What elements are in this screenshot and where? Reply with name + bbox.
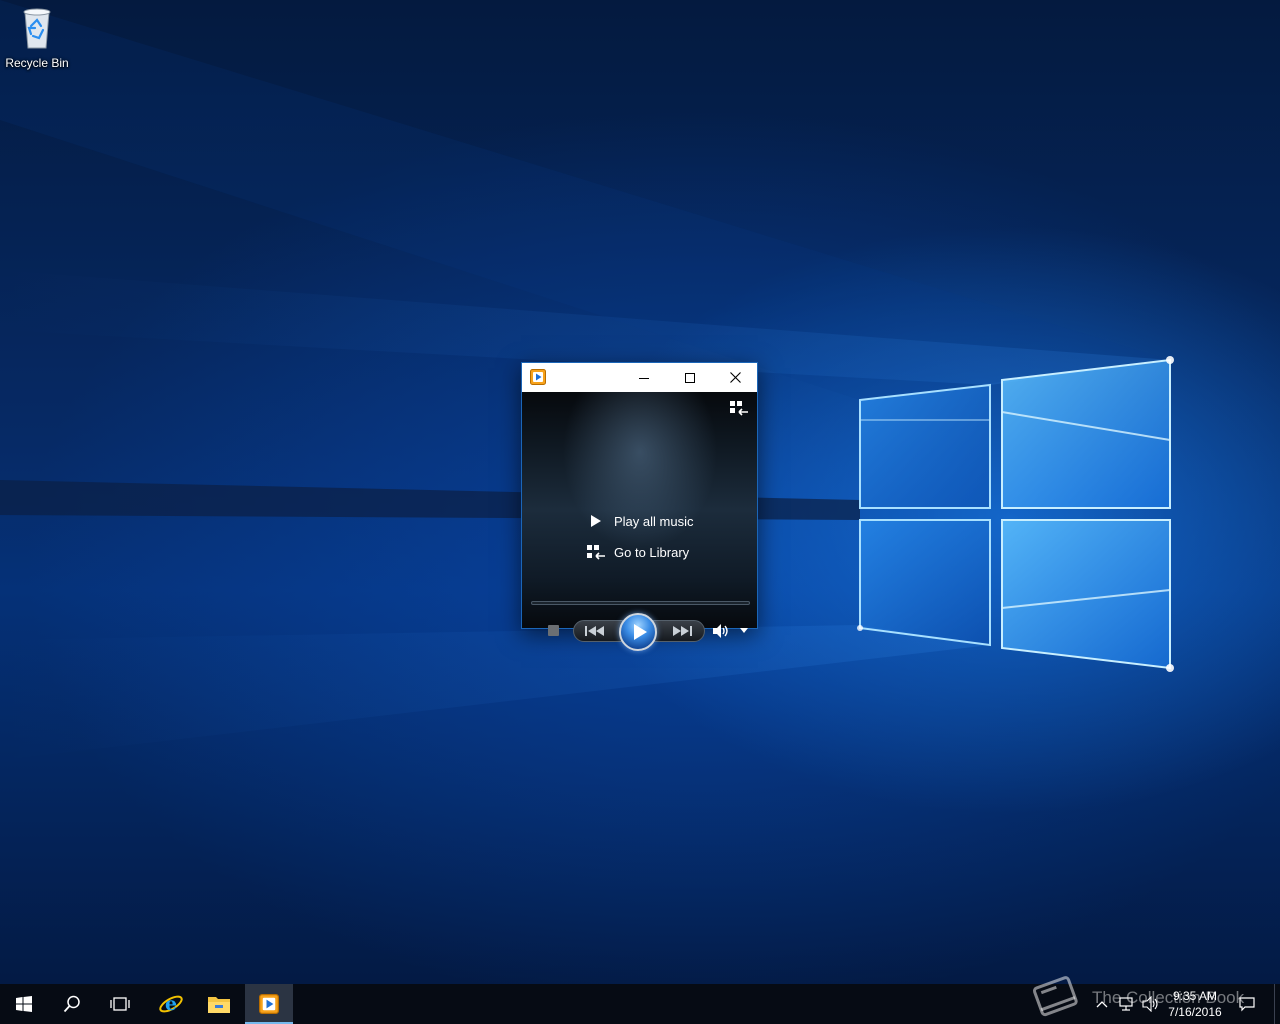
taskbar-windows-media-player[interactable] (245, 984, 293, 1024)
library-icon (586, 544, 606, 560)
show-desktop-button[interactable] (1274, 984, 1280, 1024)
play-all-music-link[interactable]: Play all music (586, 513, 693, 529)
show-hidden-icons-button[interactable] (1094, 984, 1110, 1024)
play-all-music-label: Play all music (614, 513, 694, 529)
task-view-button[interactable] (96, 984, 144, 1024)
svg-text:e: e (165, 993, 177, 1015)
search-button[interactable] (48, 984, 96, 1024)
search-icon (63, 995, 80, 1013)
clock-date: 7/16/2016 (1168, 1005, 1222, 1019)
network-button[interactable] (1117, 984, 1135, 1024)
now-playing-area: Play all music Go to Library (522, 392, 757, 651)
action-center-button[interactable] (1237, 984, 1257, 1024)
volume-button[interactable] (1142, 984, 1160, 1024)
taskbar: e 9:35 AM 7/16/2016 (0, 984, 1280, 1024)
go-to-library-label: Go to Library (614, 544, 690, 560)
action-center-icon (1239, 997, 1255, 1012)
network-icon (1119, 997, 1133, 1011)
maximize-icon (685, 372, 695, 383)
chevron-down-icon[interactable] (740, 628, 748, 633)
file-explorer-icon (208, 997, 230, 1013)
minimize-icon (639, 377, 649, 379)
windows-start-icon (16, 996, 32, 1012)
switch-to-library-icon[interactable] (729, 399, 749, 417)
seek-bar[interactable] (531, 601, 750, 605)
desktop-icon-label: Recycle Bin (5, 56, 69, 70)
start-button[interactable] (0, 984, 48, 1024)
close-icon (729, 372, 741, 383)
play-button[interactable] (619, 613, 657, 651)
go-to-library-link[interactable]: Go to Library (586, 544, 689, 560)
taskbar-internet-explorer[interactable]: e (147, 984, 195, 1024)
speaker-icon (1142, 996, 1158, 1012)
desktop-icon-recycle-bin[interactable]: Recycle Bin (4, 6, 70, 78)
next-button[interactable] (669, 624, 695, 638)
play-icon (634, 624, 647, 640)
close-button[interactable] (712, 363, 758, 392)
maximize-button[interactable] (667, 363, 713, 392)
playback-controls (522, 612, 757, 652)
chevron-up-icon (1096, 1001, 1108, 1008)
minimize-button[interactable] (621, 363, 667, 392)
internet-explorer-icon: e (159, 993, 183, 1015)
taskbar-clock[interactable]: 9:35 AM 7/16/2016 (1164, 988, 1226, 1020)
windows-media-player-window[interactable]: Play all music Go to Library (521, 362, 758, 651)
volume-icon[interactable] (712, 623, 730, 639)
task-view-icon (110, 997, 130, 1011)
taskbar-file-explorer[interactable] (195, 984, 243, 1024)
recycle-bin-icon (23, 8, 51, 49)
windows-media-player-icon (530, 369, 546, 385)
play-icon (586, 513, 606, 529)
previous-button[interactable] (582, 624, 608, 638)
stop-button[interactable] (548, 625, 559, 636)
window-titlebar[interactable] (522, 363, 757, 392)
clock-time: 9:35 AM (1172, 989, 1218, 1003)
windows-media-player-icon (259, 994, 279, 1014)
